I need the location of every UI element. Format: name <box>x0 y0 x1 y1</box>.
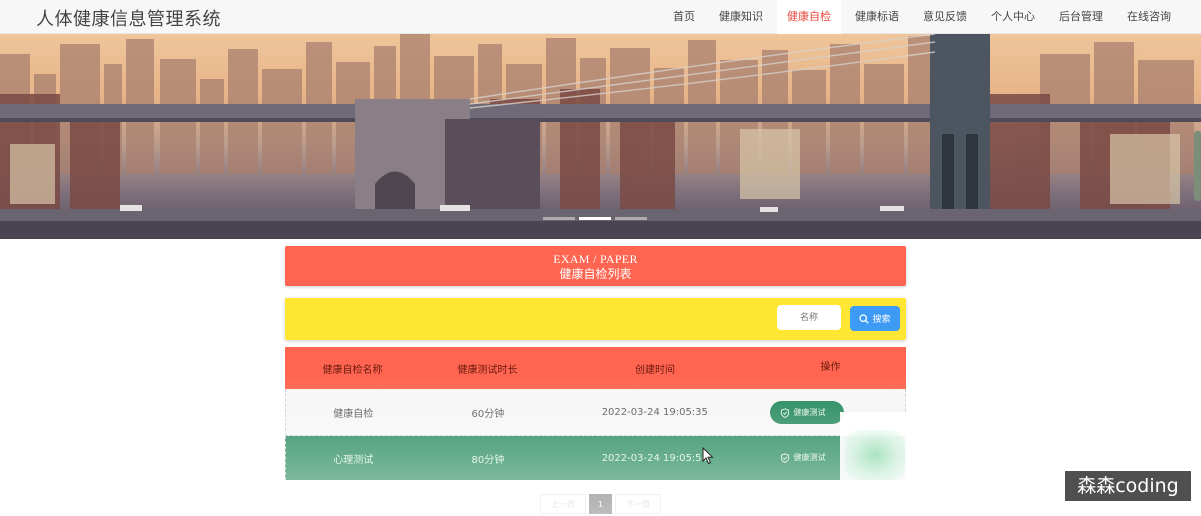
header-created: 创建时间 <box>635 364 675 376</box>
cell-name: 健康自检 <box>333 408 374 420</box>
search-button-label: 搜索 <box>872 315 891 325</box>
top-navbar: 人体健康信息管理系统 首页 健康知识 健康自检 健康标语 意见反馈 个人中心 后… <box>0 0 1201 34</box>
banner-cityscape-image <box>0 34 1201 239</box>
search-input[interactable] <box>777 305 841 330</box>
header-name: 健康自检名称 <box>322 364 383 376</box>
prev-page-button[interactable]: 上一页 <box>540 494 586 514</box>
section-title-en: EXAM / PAPER <box>553 252 638 266</box>
mouse-cursor-icon <box>702 447 714 465</box>
start-test-label: 健康测试 <box>793 453 826 462</box>
start-test-button[interactable]: 健康测试 <box>770 401 845 424</box>
nav-home[interactable]: 首页 <box>663 0 705 34</box>
start-test-button[interactable]: 健康测试 <box>770 446 844 469</box>
nav-health-knowledge[interactable]: 健康知识 <box>709 0 773 34</box>
page-scroll-handle[interactable] <box>1194 131 1201 201</box>
carousel-dot[interactable] <box>543 217 575 220</box>
nav-admin[interactable]: 后台管理 <box>1049 0 1113 34</box>
carousel-indicators <box>543 217 647 220</box>
nav-health-self-check[interactable]: 健康自检 <box>777 0 841 34</box>
header-duration: 健康测试时长 <box>457 364 518 376</box>
nav-personal-center[interactable]: 个人中心 <box>981 0 1045 34</box>
search-bar: 搜索 <box>285 298 906 340</box>
search-icon <box>859 313 870 324</box>
site-title[interactable]: 人体健康信息管理系统 <box>36 5 221 31</box>
nav-feedback[interactable]: 意见反馈 <box>913 0 977 34</box>
main-nav: 首页 健康知识 健康自检 健康标语 意见反馈 个人中心 后台管理 在线咨询 <box>659 0 1181 34</box>
table-header: 健康自检名称 健康测试时长 创建时间 操作 <box>285 347 906 389</box>
section-title-cn: 健康自检列表 <box>559 267 632 281</box>
cell-duration: 60分钟 <box>471 408 505 420</box>
nav-online-consult[interactable]: 在线咨询 <box>1117 0 1181 34</box>
watermark: 森森coding <box>1065 471 1191 501</box>
start-test-label: 健康测试 <box>793 408 826 417</box>
header-action: 操作 <box>820 362 841 373</box>
cell-duration: 80分钟 <box>471 454 505 466</box>
shield-check-icon <box>781 452 790 463</box>
cell-created: 2022-03-24 19:05:35 <box>601 406 708 418</box>
section-title-box: EXAM / PAPER 健康自检列表 <box>285 246 906 286</box>
cell-created: 2022-03-24 19:05:54 <box>601 452 708 464</box>
carousel-dot[interactable] <box>615 217 647 220</box>
pagination: 上一页 1 下一页 <box>540 494 662 514</box>
shield-check-icon <box>781 407 790 418</box>
table-row: 健康自检 60分钟 2022-03-24 19:05:35 健康测试 <box>285 389 906 436</box>
cell-name: 心理测试 <box>333 454 374 466</box>
button-hover-glow <box>845 430 905 480</box>
banner-carousel[interactable] <box>0 34 1201 239</box>
next-page-button[interactable]: 下一页 <box>615 494 662 514</box>
search-button[interactable]: 搜索 <box>850 306 900 331</box>
page-number-current[interactable]: 1 <box>589 494 613 514</box>
table-row: 心理测试 80分钟 2022-03-24 19:05:54 健康测试 <box>285 436 906 480</box>
self-check-table: 健康自检名称 健康测试时长 创建时间 操作 健康自检 60分钟 2022-03-… <box>285 347 906 480</box>
carousel-dot-active[interactable] <box>579 217 611 220</box>
nav-health-slogans[interactable]: 健康标语 <box>845 0 909 34</box>
